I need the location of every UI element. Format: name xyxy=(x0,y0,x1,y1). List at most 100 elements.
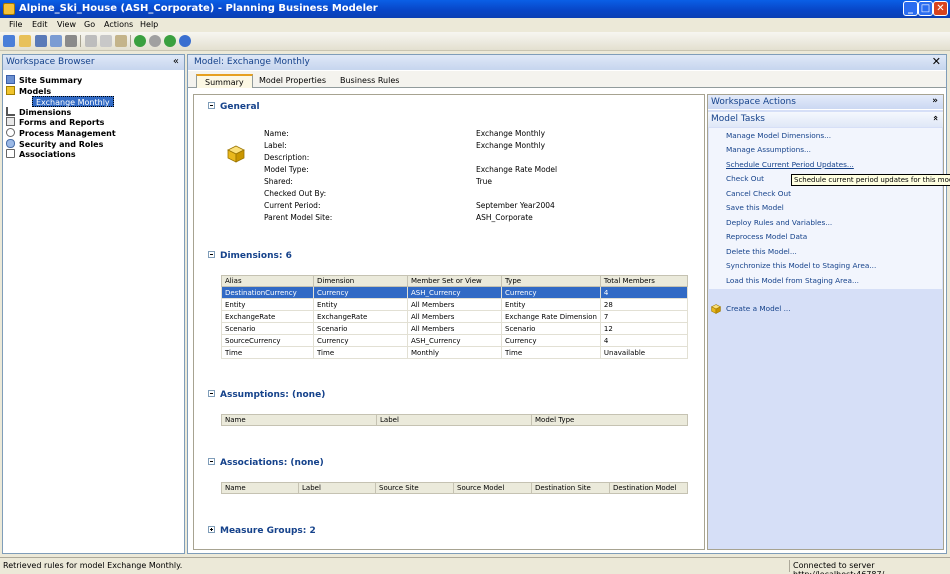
associations-heading: Associations: (none) xyxy=(220,458,324,468)
dimensions-section-header[interactable]: Dimensions: 6 xyxy=(208,251,292,261)
expand-pane-icon[interactable]: » xyxy=(932,96,938,106)
column-header[interactable]: Type xyxy=(501,275,601,287)
field-label-current-period: Current Period: xyxy=(264,201,321,210)
cut-icon[interactable] xyxy=(85,35,97,47)
tree-item-dimensions[interactable]: Dimensions xyxy=(6,107,71,117)
field-value-model-type: Exchange Rate Model xyxy=(476,165,558,174)
tree-item-label: Models xyxy=(19,87,52,96)
table-row[interactable]: SourceCurrency Currency ASH_Currency Cur… xyxy=(221,334,689,347)
table-row[interactable]: ExchangeRate ExchangeRate All Members Ex… xyxy=(221,310,689,323)
column-header[interactable]: Alias xyxy=(221,275,314,287)
table-cell: Time xyxy=(313,346,408,359)
workspace-icon[interactable] xyxy=(3,35,15,47)
menu-go[interactable]: Go xyxy=(84,20,95,29)
field-label-shared: Shared: xyxy=(264,177,293,186)
menu-help[interactable]: Help xyxy=(140,20,158,29)
field-value-shared: True xyxy=(476,177,492,186)
table-cell: SourceCurrency xyxy=(221,334,314,347)
tree-item-process-management[interactable]: Process Management xyxy=(6,128,116,138)
help-icon[interactable] xyxy=(179,35,191,47)
task-cancel-check-out[interactable]: Cancel Check Out xyxy=(726,189,791,198)
collapse-icon[interactable] xyxy=(208,102,215,109)
measure-groups-section-header[interactable]: Measure Groups: 2 xyxy=(208,526,316,536)
tree-item-security-roles[interactable]: Security and Roles xyxy=(6,139,103,149)
task-manage-model-dimensions[interactable]: Manage Model Dimensions... xyxy=(726,131,831,140)
collapse-pane-icon[interactable]: « xyxy=(173,56,179,67)
table-cell: Time xyxy=(501,346,601,359)
save-icon[interactable] xyxy=(35,35,47,47)
table-row[interactable]: Time Time Monthly Time Unavailable xyxy=(221,346,689,359)
open-icon[interactable] xyxy=(19,35,31,47)
table-row[interactable]: Scenario Scenario All Members Scenario 1… xyxy=(221,322,689,335)
workspace-actions-title: Workspace Actions xyxy=(711,97,796,107)
stop-icon[interactable] xyxy=(149,35,161,47)
title-bar: Alpine_Ski_House (ASH_Corporate) - Plann… xyxy=(0,0,950,18)
column-header[interactable]: Member Set or View xyxy=(407,275,502,287)
associations-section-header[interactable]: Associations: (none) xyxy=(208,458,324,468)
field-label-description: Description: xyxy=(264,153,310,162)
task-reprocess-model-data[interactable]: Reprocess Model Data xyxy=(726,232,807,241)
collapse-group-icon[interactable]: « xyxy=(930,115,940,121)
table-row[interactable]: DestinationCurrency Currency ASH_Currenc… xyxy=(221,286,689,299)
tree-item-label: Site Summary xyxy=(19,76,83,85)
tree-item-forms-reports[interactable]: Forms and Reports xyxy=(6,117,104,127)
column-header[interactable]: Dimension xyxy=(313,275,408,287)
collapse-icon[interactable] xyxy=(208,251,215,258)
dimensions-table: Alias Dimension Member Set or View Type … xyxy=(221,275,689,359)
maximize-button[interactable]: □ xyxy=(918,1,933,16)
column-header[interactable]: Destination Model xyxy=(609,482,688,494)
column-header[interactable]: Source Model xyxy=(453,482,532,494)
collapse-icon[interactable] xyxy=(208,458,215,465)
column-header[interactable]: Source Site xyxy=(375,482,454,494)
associations-icon xyxy=(6,149,15,158)
task-synchronize-staging[interactable]: Synchronize this Model to Staging Area..… xyxy=(726,261,876,270)
tree-item-associations[interactable]: Associations xyxy=(6,149,76,159)
table-cell: Currency xyxy=(501,334,601,347)
minimize-button[interactable]: _ xyxy=(903,1,918,16)
task-schedule-current-period-updates[interactable]: Schedule Current Period Updates... xyxy=(726,160,854,169)
paste-icon[interactable] xyxy=(115,35,127,47)
task-create-model[interactable]: Create a Model ... xyxy=(726,304,791,313)
column-header[interactable]: Label xyxy=(298,482,376,494)
column-header[interactable]: Name xyxy=(221,482,299,494)
column-header[interactable]: Name xyxy=(221,414,377,426)
column-header[interactable]: Total Members xyxy=(599,275,689,287)
tree-item-models[interactable]: Models xyxy=(6,86,51,96)
tree-item-site-summary[interactable]: Site Summary xyxy=(6,75,82,85)
connection-status: Connected to server http://localhost:467… xyxy=(793,561,887,574)
model-tasks-header[interactable]: Model Tasks « xyxy=(708,112,943,127)
table-row[interactable]: Entity Entity All Members Entity 28 xyxy=(221,298,689,311)
column-header[interactable]: Label xyxy=(376,414,532,426)
refresh-icon[interactable] xyxy=(164,35,176,47)
close-model-icon[interactable]: ✕ xyxy=(932,55,941,68)
task-deploy-rules[interactable]: Deploy Rules and Variables... xyxy=(726,218,832,227)
assumptions-section-header[interactable]: Assumptions: (none) xyxy=(208,390,325,400)
table-cell: Currency xyxy=(313,286,408,299)
save-all-icon[interactable] xyxy=(50,35,62,47)
menu-actions[interactable]: Actions xyxy=(104,20,133,29)
menu-edit[interactable]: Edit xyxy=(32,20,48,29)
tab-model-properties[interactable]: Model Properties xyxy=(251,74,334,88)
expand-icon[interactable] xyxy=(208,526,215,533)
print-icon[interactable] xyxy=(65,35,77,47)
back-icon[interactable] xyxy=(134,35,146,47)
column-header[interactable]: Destination Site xyxy=(531,482,610,494)
status-bar: Retrieved rules for model Exchange Month… xyxy=(0,557,950,574)
collapse-icon[interactable] xyxy=(208,390,215,397)
table-cell: ASH_Currency xyxy=(407,286,502,299)
tree-item-exchange-monthly[interactable]: Exchange Monthly xyxy=(32,96,114,107)
copy-icon[interactable] xyxy=(100,35,112,47)
model-pane-title: Model: Exchange Monthly xyxy=(194,57,310,67)
task-save-model[interactable]: Save this Model xyxy=(726,203,784,212)
task-load-from-staging[interactable]: Load this Model from Staging Area... xyxy=(726,276,859,285)
close-button[interactable]: ✕ xyxy=(933,1,948,16)
column-header[interactable]: Model Type xyxy=(531,414,688,426)
menu-file[interactable]: File xyxy=(9,20,22,29)
tab-business-rules[interactable]: Business Rules xyxy=(332,74,407,88)
task-delete-model[interactable]: Delete this Model... xyxy=(726,247,797,256)
menu-view[interactable]: View xyxy=(57,20,76,29)
tab-summary[interactable]: Summary xyxy=(196,74,253,88)
task-check-out[interactable]: Check Out xyxy=(726,174,764,183)
general-section-header[interactable]: General xyxy=(208,102,260,112)
task-manage-assumptions[interactable]: Manage Assumptions... xyxy=(726,145,811,154)
